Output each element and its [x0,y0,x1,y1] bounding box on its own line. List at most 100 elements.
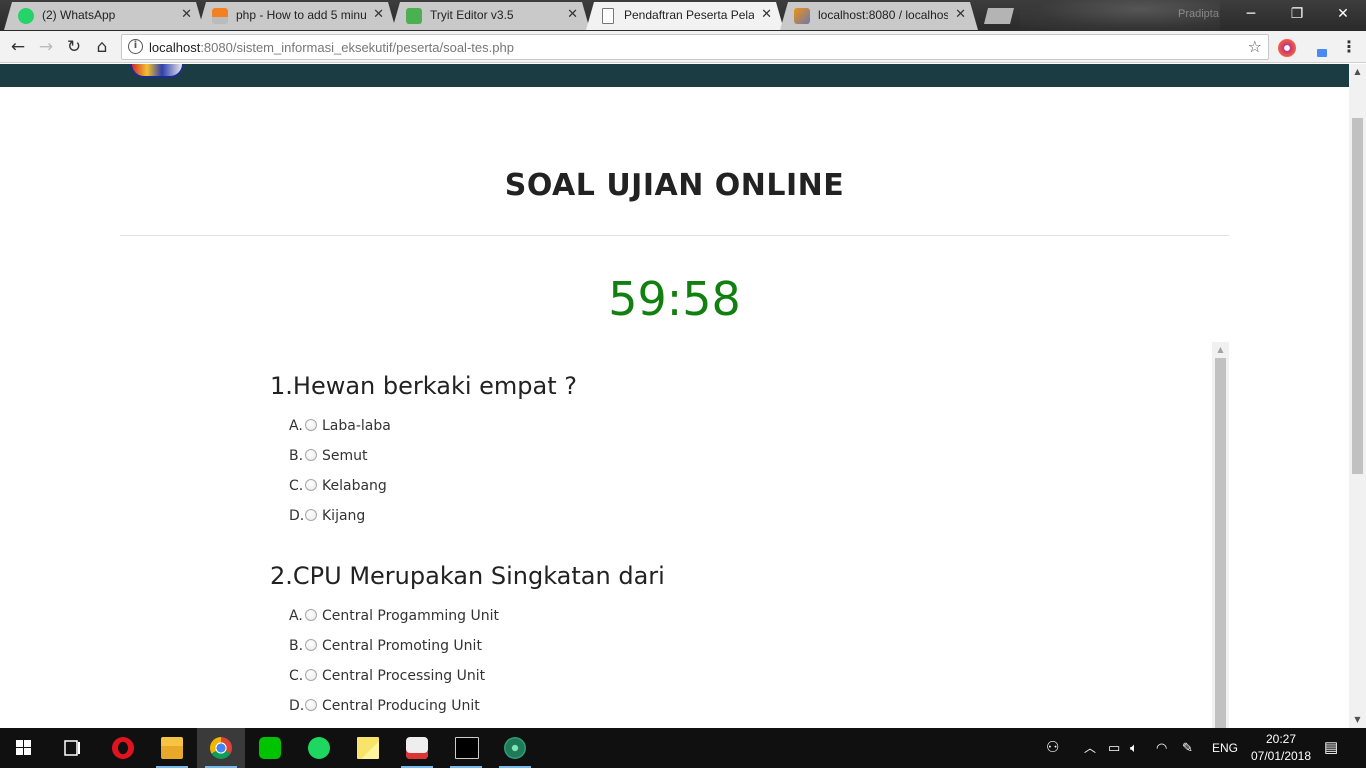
site-logo[interactable] [130,64,184,78]
site-header-bar [0,64,1349,87]
close-window-icon[interactable]: ✕ [1320,0,1366,30]
option-label: Central Promoting Unit [322,638,482,654]
option-letter: B. [289,448,304,464]
page-viewport: SOAL UJIAN ONLINE 59:58 1.Hewan berkaki … [0,64,1349,728]
tab-tryit-editor[interactable]: Tryit Editor v3.5 ✕ [392,2,590,30]
radio-button[interactable] [305,669,317,681]
scroll-down-icon[interactable]: ▼ [1349,712,1366,728]
tab-title: php - How to add 5 minu [236,8,366,22]
radio-button[interactable] [305,609,317,621]
question-1-option-d[interactable]: D. Kijang [289,506,365,526]
radio-button[interactable] [305,419,317,431]
system-clock[interactable]: 20:27 07/01/2018 [1246,731,1316,765]
countdown-timer: 59:58 [608,272,741,326]
opera-icon[interactable] [99,728,147,768]
pen-icon[interactable]: ✎ [1182,728,1193,768]
option-letter: C. [289,478,304,494]
radio-button[interactable] [305,639,317,651]
line-icon[interactable] [246,728,294,768]
questions-scrollbar[interactable]: ▲ [1212,342,1229,728]
option-letter: D. [289,698,305,714]
option-label: Kelabang [322,478,387,494]
clock-date: 07/01/2018 [1250,749,1312,763]
new-tab-button[interactable] [984,8,1014,24]
back-icon[interactable]: ← [7,37,29,59]
address-bar[interactable]: i localhost:8080/sistem_informasi_ekseku… [121,34,1269,60]
option-label: Central Producing Unit [322,698,480,714]
reload-icon[interactable]: ↻ [63,37,85,59]
whatsapp-icon [18,8,34,24]
question-1-option-a[interactable]: A. Laba-laba [289,416,391,436]
close-tab-icon[interactable]: ✕ [373,6,384,22]
question-2: 2.CPU Merupakan Singkatan dari [270,562,665,590]
scrollbar-thumb[interactable] [1352,118,1363,474]
scrollbar-thumb[interactable] [1215,358,1226,728]
tab-whatsapp[interactable]: (2) WhatsApp ✕ [4,2,204,30]
question-1-option-c[interactable]: C. Kelabang [289,476,387,496]
question-1: 1.Hewan berkaki empat ? [270,372,577,400]
option-letter: B. [289,638,304,654]
page-title: SOAL UJIAN ONLINE [504,168,845,203]
radio-button[interactable] [305,699,317,711]
option-letter: C. [289,668,304,684]
phpmyadmin-icon [794,8,810,24]
url-text[interactable]: localhost:8080/sistem_informasi_eksekuti… [149,40,514,55]
battery-icon[interactable]: ▭ [1108,728,1120,768]
task-view-icon[interactable] [48,728,96,768]
question-1-option-b[interactable]: B. Semut [289,446,368,466]
spotify-icon[interactable] [295,728,343,768]
terminal-icon[interactable] [442,728,490,768]
radio-button[interactable] [305,449,317,461]
tab-phpmyadmin[interactable]: localhost:8080 / localhost ✕ [780,2,978,30]
site-info-icon[interactable]: i [128,39,143,54]
option-label: Central Processing Unit [322,668,486,684]
people-icon[interactable]: ⚇ [1046,728,1059,768]
tab-title: Tryit Editor v3.5 [430,8,514,22]
home-icon[interactable]: ⌂ [91,37,113,59]
file-explorer-icon[interactable] [148,728,196,768]
close-tab-icon[interactable]: ✕ [567,6,578,22]
close-tab-icon[interactable]: ✕ [181,6,192,22]
question-2-option-c[interactable]: C. Central Processing Unit [289,666,485,686]
tab-title: Pendaftran Peserta Pelati [624,8,754,22]
forward-icon[interactable]: → [35,37,57,59]
option-letter: A. [289,608,303,624]
option-label: Kijang [322,508,366,524]
scroll-up-icon[interactable]: ▲ [1212,342,1229,358]
extension-icon[interactable] [1312,39,1330,57]
question-2-option-a[interactable]: A. Central Progamming Unit [289,606,499,626]
wifi-icon[interactable]: ◠ [1156,728,1167,768]
tab-title: localhost:8080 / localhost [818,8,948,22]
atom-icon[interactable] [491,728,539,768]
radio-button[interactable] [305,479,317,491]
sticky-notes-icon[interactable] [344,728,392,768]
minimize-icon[interactable]: ─ [1228,0,1274,30]
close-tab-icon[interactable]: ✕ [761,6,772,22]
instagram-extension-icon[interactable] [1278,39,1296,57]
notifications-icon[interactable]: ▤ [1324,728,1338,768]
profile-name[interactable]: Pradipta [1178,8,1219,20]
language-indicator[interactable]: ENG [1212,728,1238,768]
question-2-option-b[interactable]: B. Central Promoting Unit [289,636,482,656]
windows-start-icon[interactable] [0,728,48,768]
chrome-icon[interactable] [197,728,245,768]
w3schools-icon [406,8,422,24]
option-letter: D. [289,508,305,524]
close-tab-icon[interactable]: ✕ [955,6,966,22]
tab-strip: (2) WhatsApp ✕ php - How to add 5 minu ✕… [0,0,1366,31]
tab-pendaftaran[interactable]: Pendaftran Peserta Pelati ✕ [586,2,784,30]
bookmark-star-icon[interactable]: ☆ [1248,37,1262,56]
scroll-up-icon[interactable]: ▲ [1349,64,1366,80]
chrome-menu-icon[interactable]: ⋮ [1340,39,1358,57]
show-hidden-icons-icon[interactable]: ︿ [1084,728,1096,768]
question-2-option-d[interactable]: D. Central Producing Unit [289,696,480,716]
volume-icon[interactable]: 🔈︎ [1130,728,1138,768]
option-label: Laba-laba [322,418,391,434]
windows-taskbar: ⚇ ︿ ▭ 🔈︎ ◠ ✎ ENG 20:27 07/01/2018 ▤ [0,728,1366,768]
tab-stackoverflow[interactable]: php - How to add 5 minu ✕ [198,2,396,30]
php-patch-icon[interactable] [393,728,441,768]
radio-button[interactable] [305,509,317,521]
option-label: Central Progamming Unit [322,608,499,624]
page-scrollbar[interactable]: ▲ ▼ [1349,64,1366,728]
restore-icon[interactable]: ❐ [1274,0,1320,30]
